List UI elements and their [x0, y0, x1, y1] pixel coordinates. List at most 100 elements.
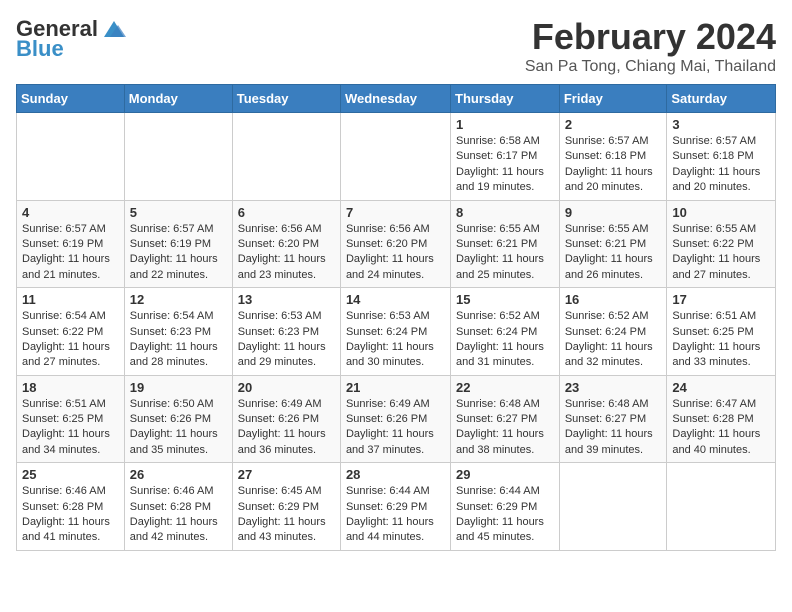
calendar-cell: 10 Sunrise: 6:55 AM Sunset: 6:22 PM Dayli…: [667, 200, 776, 288]
calendar-cell: 4 Sunrise: 6:57 AM Sunset: 6:19 PM Daylig…: [17, 200, 125, 288]
day-info: Sunrise: 6:53 AM Sunset: 6:24 PM Dayligh…: [346, 309, 445, 371]
day-info: Sunrise: 6:58 AM Sunset: 6:17 PM Dayligh…: [456, 134, 554, 196]
calendar-cell: 15 Sunrise: 6:52 AM Sunset: 6:24 PM Dayli…: [451, 288, 560, 376]
day-number: 6: [238, 205, 335, 220]
weekday-header-tuesday: Tuesday: [232, 85, 340, 113]
day-info: Sunrise: 6:54 AM Sunset: 6:23 PM Dayligh…: [130, 309, 227, 371]
calendar-cell: [17, 113, 125, 201]
calendar: SundayMondayTuesdayWednesdayThursdayFrid…: [16, 84, 776, 551]
day-number: 24: [672, 380, 770, 395]
title-area: February 2024 San Pa Tong, Chiang Mai, T…: [525, 16, 776, 76]
calendar-cell: 16 Sunrise: 6:52 AM Sunset: 6:24 PM Dayli…: [559, 288, 667, 376]
day-number: 10: [672, 205, 770, 220]
day-number: 14: [346, 292, 445, 307]
day-number: 12: [130, 292, 227, 307]
week-row-3: 11 Sunrise: 6:54 AM Sunset: 6:22 PM Dayli…: [17, 288, 776, 376]
calendar-cell: [124, 113, 232, 201]
day-info: Sunrise: 6:50 AM Sunset: 6:26 PM Dayligh…: [130, 397, 227, 459]
day-info: Sunrise: 6:45 AM Sunset: 6:29 PM Dayligh…: [238, 484, 335, 546]
day-number: 21: [346, 380, 445, 395]
day-info: Sunrise: 6:55 AM Sunset: 6:22 PM Dayligh…: [672, 222, 770, 284]
day-number: 19: [130, 380, 227, 395]
weekday-header-row: SundayMondayTuesdayWednesdayThursdayFrid…: [17, 85, 776, 113]
logo-icon: [100, 17, 128, 41]
day-info: Sunrise: 6:57 AM Sunset: 6:18 PM Dayligh…: [672, 134, 770, 196]
day-info: Sunrise: 6:55 AM Sunset: 6:21 PM Dayligh…: [456, 222, 554, 284]
logo-blue-text: Blue: [16, 36, 64, 62]
day-info: Sunrise: 6:52 AM Sunset: 6:24 PM Dayligh…: [565, 309, 662, 371]
day-info: Sunrise: 6:48 AM Sunset: 6:27 PM Dayligh…: [456, 397, 554, 459]
day-number: 15: [456, 292, 554, 307]
calendar-cell: 28 Sunrise: 6:44 AM Sunset: 6:29 PM Dayli…: [340, 463, 450, 551]
day-info: Sunrise: 6:56 AM Sunset: 6:20 PM Dayligh…: [238, 222, 335, 284]
week-row-5: 25 Sunrise: 6:46 AM Sunset: 6:28 PM Dayli…: [17, 463, 776, 551]
calendar-cell: 27 Sunrise: 6:45 AM Sunset: 6:29 PM Dayli…: [232, 463, 340, 551]
day-info: Sunrise: 6:51 AM Sunset: 6:25 PM Dayligh…: [672, 309, 770, 371]
weekday-header-thursday: Thursday: [451, 85, 560, 113]
week-row-1: 1Sunrise: 6:58 AM Sunset: 6:17 PM Daylig…: [17, 113, 776, 201]
calendar-cell: 1Sunrise: 6:58 AM Sunset: 6:17 PM Daylig…: [451, 113, 560, 201]
calendar-cell: 3 Sunrise: 6:57 AM Sunset: 6:18 PM Daylig…: [667, 113, 776, 201]
day-number: 17: [672, 292, 770, 307]
day-info: Sunrise: 6:46 AM Sunset: 6:28 PM Dayligh…: [22, 484, 119, 546]
day-number: 11: [22, 292, 119, 307]
day-number: 18: [22, 380, 119, 395]
weekday-header-wednesday: Wednesday: [340, 85, 450, 113]
calendar-cell: 18 Sunrise: 6:51 AM Sunset: 6:25 PM Dayli…: [17, 375, 125, 463]
day-info: Sunrise: 6:55 AM Sunset: 6:21 PM Dayligh…: [565, 222, 662, 284]
day-number: 27: [238, 467, 335, 482]
day-number: 28: [346, 467, 445, 482]
day-number: 2: [565, 117, 662, 132]
calendar-cell: 12 Sunrise: 6:54 AM Sunset: 6:23 PM Dayli…: [124, 288, 232, 376]
calendar-cell: 7 Sunrise: 6:56 AM Sunset: 6:20 PM Daylig…: [340, 200, 450, 288]
day-number: 23: [565, 380, 662, 395]
logo: General Blue: [16, 16, 128, 62]
day-info: Sunrise: 6:52 AM Sunset: 6:24 PM Dayligh…: [456, 309, 554, 371]
day-number: 22: [456, 380, 554, 395]
calendar-cell: 25 Sunrise: 6:46 AM Sunset: 6:28 PM Dayli…: [17, 463, 125, 551]
day-number: 13: [238, 292, 335, 307]
week-row-2: 4 Sunrise: 6:57 AM Sunset: 6:19 PM Daylig…: [17, 200, 776, 288]
calendar-cell: [232, 113, 340, 201]
day-info: Sunrise: 6:48 AM Sunset: 6:27 PM Dayligh…: [565, 397, 662, 459]
day-number: 7: [346, 205, 445, 220]
day-info: Sunrise: 6:57 AM Sunset: 6:18 PM Dayligh…: [565, 134, 662, 196]
day-info: Sunrise: 6:53 AM Sunset: 6:23 PM Dayligh…: [238, 309, 335, 371]
day-info: Sunrise: 6:51 AM Sunset: 6:25 PM Dayligh…: [22, 397, 119, 459]
day-number: 4: [22, 205, 119, 220]
calendar-cell: 14 Sunrise: 6:53 AM Sunset: 6:24 PM Dayli…: [340, 288, 450, 376]
header: General Blue February 2024 San Pa Tong, …: [16, 16, 776, 76]
calendar-cell: 26 Sunrise: 6:46 AM Sunset: 6:28 PM Dayli…: [124, 463, 232, 551]
day-info: Sunrise: 6:56 AM Sunset: 6:20 PM Dayligh…: [346, 222, 445, 284]
weekday-header-friday: Friday: [559, 85, 667, 113]
calendar-cell: 23 Sunrise: 6:48 AM Sunset: 6:27 PM Dayli…: [559, 375, 667, 463]
day-number: 5: [130, 205, 227, 220]
weekday-header-saturday: Saturday: [667, 85, 776, 113]
day-number: 16: [565, 292, 662, 307]
day-number: 20: [238, 380, 335, 395]
calendar-cell: 13 Sunrise: 6:53 AM Sunset: 6:23 PM Dayli…: [232, 288, 340, 376]
day-info: Sunrise: 6:46 AM Sunset: 6:28 PM Dayligh…: [130, 484, 227, 546]
calendar-cell: 21 Sunrise: 6:49 AM Sunset: 6:26 PM Dayli…: [340, 375, 450, 463]
calendar-cell: 8Sunrise: 6:55 AM Sunset: 6:21 PM Daylig…: [451, 200, 560, 288]
calendar-cell: 6 Sunrise: 6:56 AM Sunset: 6:20 PM Daylig…: [232, 200, 340, 288]
calendar-cell: [340, 113, 450, 201]
calendar-cell: 2 Sunrise: 6:57 AM Sunset: 6:18 PM Daylig…: [559, 113, 667, 201]
day-info: Sunrise: 6:57 AM Sunset: 6:19 PM Dayligh…: [22, 222, 119, 284]
calendar-cell: 22 Sunrise: 6:48 AM Sunset: 6:27 PM Dayli…: [451, 375, 560, 463]
calendar-cell: 19 Sunrise: 6:50 AM Sunset: 6:26 PM Dayli…: [124, 375, 232, 463]
day-info: Sunrise: 6:44 AM Sunset: 6:29 PM Dayligh…: [456, 484, 554, 546]
day-info: Sunrise: 6:54 AM Sunset: 6:22 PM Dayligh…: [22, 309, 119, 371]
calendar-cell: 29Sunrise: 6:44 AM Sunset: 6:29 PM Dayli…: [451, 463, 560, 551]
day-number: 25: [22, 467, 119, 482]
day-number: 3: [672, 117, 770, 132]
day-info: Sunrise: 6:49 AM Sunset: 6:26 PM Dayligh…: [346, 397, 445, 459]
calendar-cell: 11 Sunrise: 6:54 AM Sunset: 6:22 PM Dayli…: [17, 288, 125, 376]
calendar-cell: 5 Sunrise: 6:57 AM Sunset: 6:19 PM Daylig…: [124, 200, 232, 288]
calendar-cell: [559, 463, 667, 551]
calendar-cell: 24Sunrise: 6:47 AM Sunset: 6:28 PM Dayli…: [667, 375, 776, 463]
day-info: Sunrise: 6:57 AM Sunset: 6:19 PM Dayligh…: [130, 222, 227, 284]
calendar-cell: [667, 463, 776, 551]
day-info: Sunrise: 6:44 AM Sunset: 6:29 PM Dayligh…: [346, 484, 445, 546]
day-number: 26: [130, 467, 227, 482]
